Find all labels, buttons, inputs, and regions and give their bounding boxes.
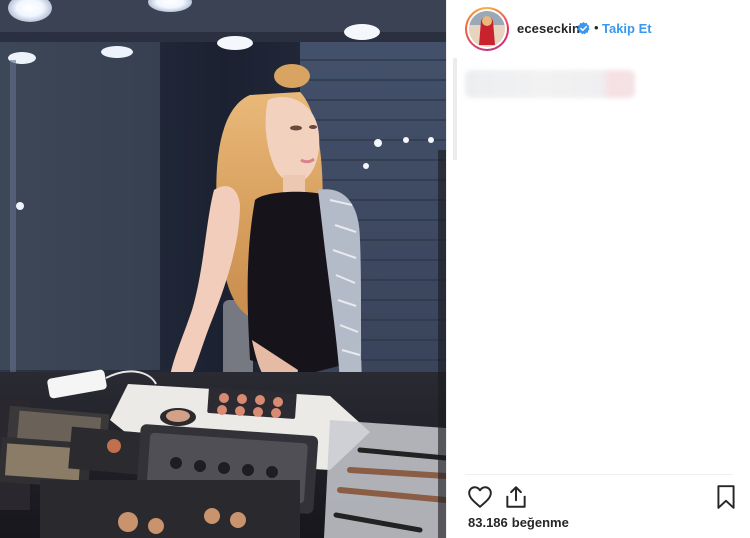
blurred-caption bbox=[465, 70, 635, 98]
heart-icon[interactable] bbox=[467, 484, 493, 510]
bookmark-icon[interactable] bbox=[713, 484, 739, 510]
post-side-panel: eceseckin • Takip Et 83.186 beğenme bbox=[446, 0, 750, 538]
avatar-image bbox=[469, 11, 505, 47]
action-bar bbox=[447, 480, 750, 512]
likes-count: 83.186 bbox=[468, 515, 508, 530]
instagram-post: eceseckin • Takip Et 83.186 beğenme bbox=[0, 0, 750, 538]
caption-area bbox=[447, 58, 750, 160]
avatar-ring-inner bbox=[467, 9, 507, 49]
post-header: eceseckin • Takip Et bbox=[447, 0, 750, 58]
verified-badge-icon bbox=[577, 22, 590, 35]
avatar-story-ring[interactable] bbox=[465, 7, 509, 51]
username[interactable]: eceseckin bbox=[517, 21, 580, 36]
post-photo[interactable] bbox=[0, 0, 446, 538]
likes-summary[interactable]: 83.186 beğenme bbox=[468, 515, 569, 530]
actions-divider bbox=[465, 474, 733, 475]
likes-label: beğenme bbox=[511, 515, 569, 530]
photo-illustration bbox=[0, 0, 446, 538]
share-icon[interactable] bbox=[503, 484, 529, 510]
avatar[interactable] bbox=[469, 11, 505, 47]
caption-edge bbox=[453, 58, 457, 160]
follow-button[interactable]: Takip Et bbox=[602, 21, 652, 36]
separator-dot: • bbox=[594, 20, 599, 35]
